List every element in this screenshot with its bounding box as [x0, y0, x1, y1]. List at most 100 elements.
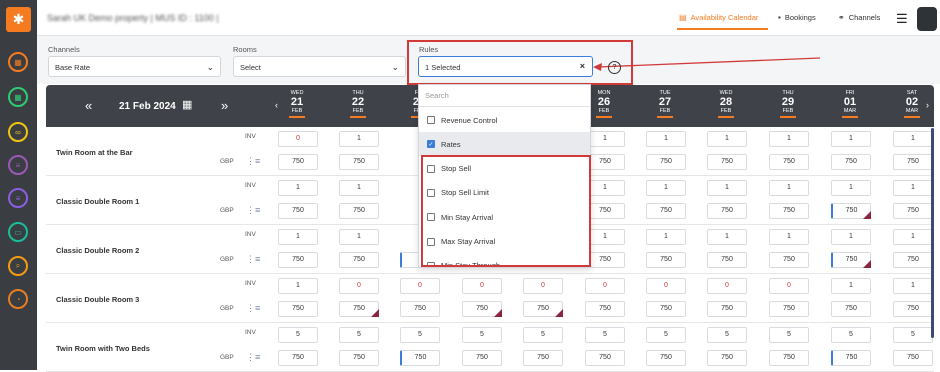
inventory-cell[interactable]: 5	[646, 327, 686, 343]
rule-option[interactable]: Revenue Control	[419, 108, 590, 132]
rate-cell[interactable]: 750	[585, 252, 625, 268]
inventory-cell[interactable]: 0	[278, 131, 318, 147]
inventory-cell[interactable]: 0	[339, 278, 379, 294]
prev-week-icon[interactable]: «	[85, 98, 92, 113]
hierarchy-icon[interactable]: ⋮≡	[246, 254, 260, 265]
rate-cell[interactable]: 750	[278, 350, 318, 366]
inventory-cell[interactable]: 1	[585, 131, 625, 147]
rate-cell[interactable]: 750	[831, 350, 871, 366]
rate-cell[interactable]: 750	[893, 301, 933, 317]
next-week-icon[interactable]: »	[221, 98, 228, 113]
inventory-cell[interactable]: 1	[769, 229, 809, 245]
rate-cell[interactable]: 750	[707, 252, 747, 268]
inventory-cell[interactable]: 1	[769, 131, 809, 147]
rate-cell[interactable]: 750	[646, 301, 686, 317]
hierarchy-icon[interactable]: ⋮≡	[246, 352, 260, 363]
rate-cell[interactable]: 750	[278, 301, 318, 317]
rate-cell[interactable]: 750	[707, 301, 747, 317]
inventory-cell[interactable]: 1	[893, 131, 933, 147]
inventory-cell[interactable]: 1	[278, 278, 318, 294]
checkbox[interactable]: ✓	[427, 140, 435, 149]
list2-nav-icon[interactable]: ≡	[8, 188, 28, 208]
inventory-cell[interactable]: 5	[339, 327, 379, 343]
inventory-cell[interactable]: 1	[831, 131, 871, 147]
rate-cell[interactable]: 750	[769, 154, 809, 170]
app-logo[interactable]: ✱	[6, 7, 31, 32]
rate-cell[interactable]: 750	[339, 252, 379, 268]
calendar-picker-icon[interactable]: ▦	[182, 98, 192, 111]
inventory-cell[interactable]: 1	[585, 229, 625, 245]
rate-cell[interactable]: 750	[769, 203, 809, 219]
avatar[interactable]	[917, 7, 937, 31]
inventory-cell[interactable]: 1	[893, 229, 933, 245]
inventory-cell[interactable]: 5	[523, 327, 563, 343]
rate-cell[interactable]: 750	[646, 350, 686, 366]
rate-cell[interactable]: 750	[769, 252, 809, 268]
inventory-cell[interactable]: 1	[893, 278, 933, 294]
inventory-cell[interactable]: 1	[646, 131, 686, 147]
rate-cell[interactable]: 750	[339, 154, 379, 170]
rate-cell[interactable]: 750	[831, 154, 871, 170]
rate-cell[interactable]: 750	[339, 301, 379, 317]
inventory-cell[interactable]: 5	[707, 327, 747, 343]
rate-cell[interactable]: 750	[893, 154, 933, 170]
rate-cell[interactable]: 750	[462, 301, 502, 317]
inventory-cell[interactable]: 5	[462, 327, 502, 343]
inventory-cell[interactable]: 5	[831, 327, 871, 343]
rate-cell[interactable]: 750	[646, 252, 686, 268]
inventory-cell[interactable]: 1	[339, 180, 379, 196]
rate-cell[interactable]: 750	[831, 301, 871, 317]
rate-cell[interactable]: 750	[278, 203, 318, 219]
inventory-cell[interactable]: 1	[339, 229, 379, 245]
rate-cell[interactable]: 750	[707, 350, 747, 366]
rate-cell[interactable]: 750	[707, 203, 747, 219]
rate-cell[interactable]: 750	[769, 301, 809, 317]
rate-cell[interactable]: 750	[339, 350, 379, 366]
list-nav-icon[interactable]: ≡	[8, 155, 28, 175]
link-nav-icon[interactable]: ∞	[8, 122, 28, 142]
rate-cell[interactable]: 750	[523, 301, 563, 317]
rate-cell[interactable]: 750	[585, 203, 625, 219]
inventory-cell[interactable]: 1	[831, 278, 871, 294]
rate-cell[interactable]: 750	[893, 252, 933, 268]
inventory-cell[interactable]: 5	[278, 327, 318, 343]
rate-cell[interactable]: 750	[523, 350, 563, 366]
rate-cell[interactable]: 750	[462, 350, 502, 366]
rate-cell[interactable]: 750	[400, 301, 440, 317]
rate-cell[interactable]: 750	[831, 203, 871, 219]
rule-option[interactable]: ✓ Rates	[419, 132, 590, 157]
hierarchy-icon[interactable]: ⋮≡	[246, 303, 260, 314]
rate-cell[interactable]: 750	[831, 252, 871, 268]
dropdown-search-input[interactable]: Search	[419, 85, 590, 107]
inventory-cell[interactable]: 5	[769, 327, 809, 343]
inventory-cell[interactable]: 1	[769, 180, 809, 196]
rate-cell[interactable]: 750	[339, 203, 379, 219]
info-icon[interactable]: ?	[608, 61, 621, 74]
inventory-cell[interactable]: 1	[893, 180, 933, 196]
rate-cell[interactable]: 750	[893, 350, 933, 366]
rate-cell[interactable]: 750	[585, 301, 625, 317]
inventory-cell[interactable]: 0	[462, 278, 502, 294]
nav-channels[interactable]: ⚭ Channels	[838, 13, 880, 22]
rate-cell[interactable]: 750	[278, 154, 318, 170]
checkbox[interactable]	[427, 116, 435, 124]
inventory-cell[interactable]: 5	[893, 327, 933, 343]
rate-cell[interactable]: 750	[400, 350, 440, 366]
scroll-right-icon[interactable]: ›	[926, 100, 929, 110]
inventory-cell[interactable]: 0	[400, 278, 440, 294]
inventory-cell[interactable]: 1	[278, 180, 318, 196]
nav-availability-calendar[interactable]: ▤ Availability Calendar	[679, 13, 758, 22]
nav-bookings[interactable]: ▪ Bookings	[778, 13, 816, 22]
rate-cell[interactable]: 750	[769, 350, 809, 366]
rate-cell[interactable]: 750	[893, 203, 933, 219]
channels-select[interactable]: Base Rate ⌄	[48, 56, 221, 77]
menu-icon[interactable]: ☰	[896, 11, 908, 27]
inventory-cell[interactable]: 5	[585, 327, 625, 343]
inventory-cell[interactable]: 1	[585, 180, 625, 196]
rate-cell[interactable]: 750	[585, 154, 625, 170]
inventory-cell[interactable]: 0	[523, 278, 563, 294]
settings-nav-icon[interactable]: ◔	[8, 289, 28, 309]
inventory-cell[interactable]: 1	[831, 180, 871, 196]
search-nav-icon[interactable]: ⌕	[8, 256, 28, 276]
inventory-cell[interactable]: 1	[646, 180, 686, 196]
